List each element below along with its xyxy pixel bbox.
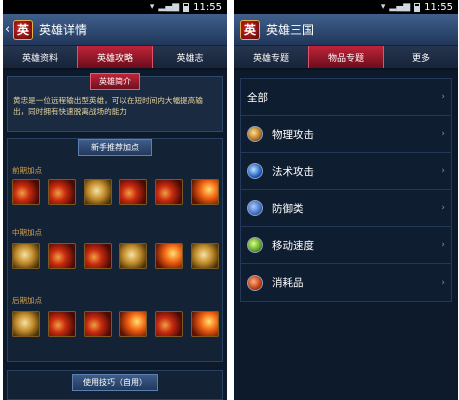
tab-bar: 英雄专题 物品专题 更多 — [234, 46, 458, 70]
app-logo-icon[interactable]: 英 — [240, 19, 260, 40]
status-bar: ▾ ▂▄▆ 11:55 — [3, 0, 227, 14]
skill-icon[interactable] — [12, 311, 40, 337]
late-stage-label: 后期加点 — [12, 296, 42, 305]
sword-icon — [247, 126, 263, 142]
shield-icon — [247, 200, 263, 216]
chevron-right-icon: › — [441, 129, 445, 139]
list-item-all[interactable]: 全部 › — [241, 79, 451, 116]
battery-icon — [183, 2, 190, 12]
skill-icon[interactable] — [155, 243, 184, 269]
status-bar: ▾ ▂▄▆ 11:55 — [234, 0, 458, 14]
skill-icon[interactable] — [119, 179, 148, 205]
skill-icon[interactable] — [83, 243, 112, 269]
magic-icon — [247, 163, 263, 179]
intro-text: 黄忠是一位远程输出型英雄，可以在短时间内大幅提高输出，同时拥有快速脱离战场的能力 — [13, 96, 203, 116]
signal-icon: ▂▄▆ — [389, 2, 411, 12]
early-stage-label: 前期加点 — [12, 166, 42, 175]
battery-icon — [414, 2, 421, 12]
tab-hero-topics[interactable]: 英雄专题 — [234, 46, 308, 68]
tips-panel: 使用技巧（自用） — [7, 370, 223, 400]
app-logo-icon[interactable]: 英 — [13, 19, 33, 40]
skill-icon[interactable] — [155, 179, 184, 205]
tab-bar: 英雄资料 英雄攻略 英雄志 — [3, 46, 227, 70]
hero-intro-panel: 英雄简介 黄忠是一位远程输出型英雄，可以在短时间内大幅提高输出，同时拥有快速脱离… — [7, 73, 223, 132]
chevron-right-icon: › — [441, 166, 445, 176]
wifi-icon: ▾ — [380, 2, 386, 12]
tab-item-topics[interactable]: 物品专题 — [308, 46, 384, 68]
skill-build-panel: 新手推荐加点 前期加点 中期加点 后期加点 — [7, 138, 223, 362]
signal-icon: ▂▄▆ — [158, 2, 180, 12]
skill-icon[interactable] — [190, 311, 219, 337]
title-bar: ‹ 英 英雄详情 — [3, 14, 227, 46]
list-item-label: 物理攻击 — [272, 128, 314, 141]
mid-skill-row — [12, 243, 219, 269]
hero-detail-screen: ▾ ▂▄▆ 11:55 ‹ 英 英雄详情 英雄资料 英雄攻略 英雄志 英雄简介 … — [3, 0, 227, 400]
list-item-physical-attack[interactable]: 物理攻击 › — [241, 116, 451, 153]
wifi-icon: ▾ — [149, 2, 155, 12]
skill-icon[interactable] — [155, 311, 184, 337]
skill-icon[interactable] — [47, 311, 76, 337]
potion-icon — [247, 274, 263, 291]
tab-hero-profile[interactable]: 英雄资料 — [3, 46, 77, 68]
chevron-right-icon: › — [441, 92, 445, 102]
chevron-right-icon: › — [441, 203, 445, 213]
item-category-list: 全部 › 物理攻击 › 法术攻击 › 防御类 › 移动速度 › 消耗品 › — [240, 78, 452, 302]
skill-icon[interactable] — [190, 243, 219, 269]
list-item-magic-attack[interactable]: 法术攻击 › — [241, 153, 451, 190]
skill-icon[interactable] — [47, 243, 76, 269]
tab-more[interactable]: 更多 — [384, 46, 458, 68]
skill-icon[interactable] — [47, 179, 76, 205]
skill-build-heading: 新手推荐加点 — [78, 139, 152, 156]
page-title: 英雄详情 — [39, 23, 88, 37]
chevron-right-icon: › — [441, 240, 445, 250]
list-item-label: 全部 — [247, 91, 268, 104]
list-item-defense[interactable]: 防御类 › — [241, 190, 451, 227]
early-skill-row — [12, 179, 219, 205]
list-item-label: 法术攻击 — [272, 165, 314, 178]
page-title: 英雄三国 — [266, 23, 315, 37]
tips-heading[interactable]: 使用技巧（自用） — [72, 374, 158, 391]
list-item-label: 消耗品 — [272, 277, 304, 289]
skill-icon[interactable] — [119, 311, 148, 337]
skill-icon[interactable] — [12, 243, 40, 269]
tab-hero-story[interactable]: 英雄志 — [153, 46, 227, 68]
list-item-label: 移动速度 — [272, 239, 314, 252]
tab-hero-guide[interactable]: 英雄攻略 — [77, 46, 153, 68]
back-arrow-icon[interactable]: ‹ — [5, 22, 13, 37]
list-item-label: 防御类 — [272, 202, 304, 215]
late-skill-row — [12, 311, 219, 337]
skill-icon[interactable] — [83, 311, 112, 337]
status-time: 11:55 — [193, 1, 222, 13]
intro-heading: 英雄简介 — [90, 73, 140, 90]
skill-icon[interactable] — [190, 179, 219, 205]
chevron-right-icon: › — [441, 277, 445, 288]
list-item-move-speed[interactable]: 移动速度 › — [241, 227, 451, 264]
list-item-consumables[interactable]: 消耗品 › — [241, 264, 451, 301]
skill-icon[interactable] — [12, 179, 40, 205]
boots-icon — [247, 237, 263, 253]
status-time: 11:55 — [424, 1, 453, 13]
mid-stage-label: 中期加点 — [12, 228, 42, 237]
hero-three-kingdoms-screen: ▾ ▂▄▆ 11:55 英 英雄三国 英雄专题 物品专题 更多 全部 › 物理攻… — [234, 0, 458, 400]
skill-icon[interactable] — [83, 179, 112, 205]
title-bar: 英 英雄三国 — [234, 14, 458, 46]
skill-icon[interactable] — [119, 243, 148, 269]
